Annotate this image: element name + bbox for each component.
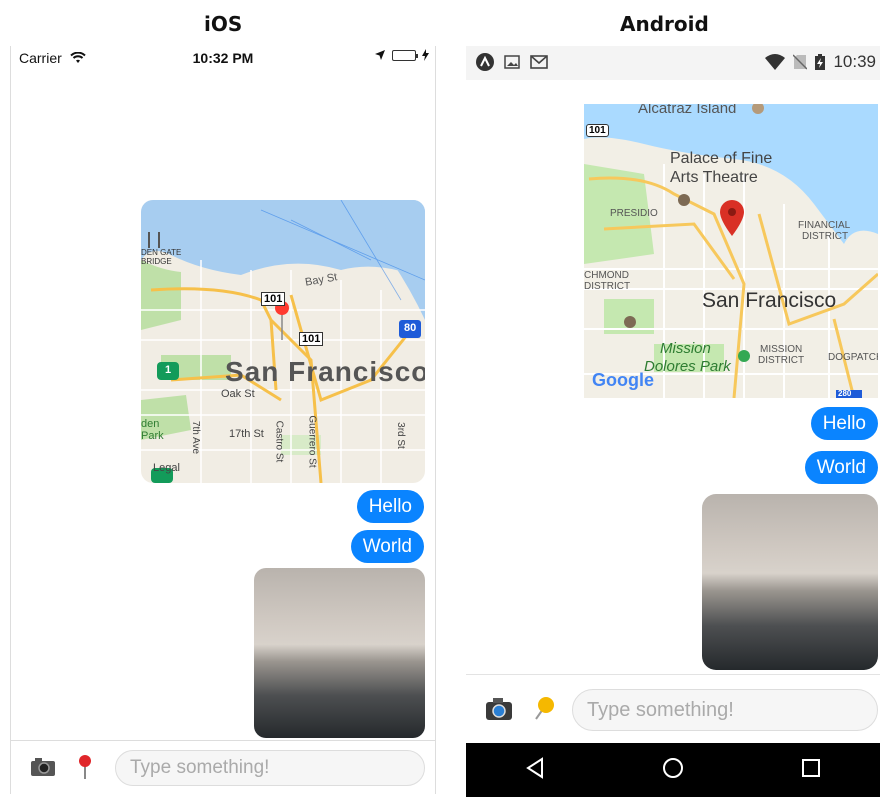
android-input-toolbar: Type something! xyxy=(466,674,880,742)
map-pin-icon xyxy=(535,697,554,720)
map-label: CHMOND xyxy=(584,270,629,281)
map-label: BRIDGE xyxy=(141,257,172,266)
map-label: Guerrero St xyxy=(306,415,318,468)
map-label: 7th Ave xyxy=(190,420,202,455)
ios-message-bubble-hello[interactable]: Hello xyxy=(356,490,424,523)
map-label: DISTRICT xyxy=(802,231,849,242)
comparison-page: iOS Android Carrier 10:32 PM Bay St 101 … xyxy=(0,0,881,797)
wifi-icon xyxy=(765,54,786,70)
map-shield: 1 xyxy=(165,364,172,376)
charging-bolt-icon xyxy=(422,49,429,61)
map-label: MISSION xyxy=(760,344,803,355)
map-label: Oak St xyxy=(221,388,255,400)
camera-button[interactable] xyxy=(484,695,514,723)
recents-square-icon xyxy=(802,758,821,777)
map-shield: 280 xyxy=(838,389,852,398)
ios-image-message[interactable] xyxy=(254,568,425,738)
map-label: DISTRICT xyxy=(584,281,631,292)
app-notification-icon xyxy=(476,53,494,71)
map-pin-icon xyxy=(79,755,91,779)
android-caption: Android xyxy=(620,12,709,36)
map-label: 3rd St xyxy=(394,422,406,449)
gmail-notification-icon xyxy=(530,55,548,69)
ios-clock: 10:32 PM xyxy=(192,50,254,66)
android-clock: 10:39 xyxy=(833,52,876,71)
ios-message-bubble-world[interactable]: World xyxy=(350,530,424,563)
android-message-input[interactable]: Type something! xyxy=(572,689,878,731)
back-button[interactable] xyxy=(525,756,545,784)
map-label: den xyxy=(141,418,160,430)
battery-icon xyxy=(392,49,418,61)
android-image-message[interactable] xyxy=(702,494,878,670)
map-label: Palace of Fine xyxy=(670,150,773,167)
map-label: PRESIDIO xyxy=(610,208,658,219)
ios-map-message[interactable]: Bay St 101 101 80 1 San Francisco Oak St… xyxy=(141,200,425,483)
camera-button[interactable] xyxy=(29,755,57,779)
recents-button[interactable] xyxy=(801,758,821,783)
ios-status-bar: Carrier 10:32 PM xyxy=(11,46,435,70)
ios-message-input[interactable]: Type something! xyxy=(115,750,425,786)
location-button[interactable] xyxy=(75,753,95,781)
map-label: 17th St xyxy=(229,428,264,440)
ios-screen: Carrier 10:32 PM Bay St 101 101 80 1 San… xyxy=(10,46,436,794)
camera-icon xyxy=(31,758,55,776)
android-message-bubble-world[interactable]: World xyxy=(804,451,878,484)
map-label: Dolores Park xyxy=(644,358,731,375)
map-label: FINANCIAL xyxy=(798,220,851,231)
home-button[interactable] xyxy=(662,757,684,784)
android-status-bar: 10:39 xyxy=(466,46,880,80)
location-arrow-icon xyxy=(375,50,385,60)
android-navigation-bar xyxy=(466,743,880,797)
map-label: DOGPATCH xyxy=(828,352,878,363)
map-city-label: San Francisco xyxy=(702,289,837,312)
ios-caption: iOS xyxy=(204,12,243,36)
map-label: Castro St xyxy=(273,420,285,463)
android-screen: 10:39 Alcatraz Island 101 Palace of Fine… xyxy=(466,46,880,797)
battery-charging-icon xyxy=(815,54,826,70)
map-label: Arts Theatre xyxy=(670,169,758,186)
map-shield: 80 xyxy=(404,322,417,334)
map-label: Legal xyxy=(153,462,180,474)
android-message-bubble-hello[interactable]: Hello xyxy=(810,407,878,440)
map-label: Park xyxy=(141,430,164,442)
no-sim-icon xyxy=(793,54,808,70)
image-notification-icon xyxy=(504,55,520,69)
google-logo: Google xyxy=(592,370,654,390)
map-label: DEN GATE xyxy=(141,248,182,257)
map-shield: 101 xyxy=(261,292,286,306)
map-city-label: San Francisco xyxy=(225,356,425,387)
camera-icon xyxy=(486,698,512,720)
map-shield: 101 xyxy=(586,124,609,137)
home-circle-icon xyxy=(662,757,683,778)
map-label: Alcatraz Island xyxy=(638,104,737,117)
map-label: Mission xyxy=(660,340,711,357)
back-triangle-icon xyxy=(525,756,543,779)
map-shield: 101 xyxy=(299,332,324,346)
ios-input-toolbar: Type something! xyxy=(11,740,435,794)
location-button[interactable] xyxy=(530,693,558,723)
android-map-message[interactable]: Alcatraz Island 101 Palace of Fine Arts … xyxy=(584,104,878,398)
map-label: DISTRICT xyxy=(758,355,805,366)
